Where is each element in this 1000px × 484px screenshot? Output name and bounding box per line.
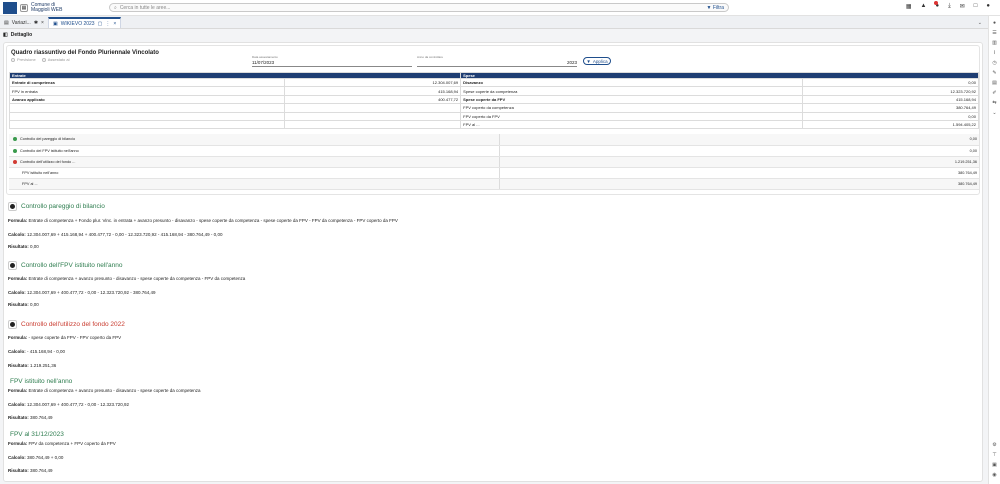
list-icon[interactable]: ☰ [992,30,996,36]
table-row: Avanzo applicato 400.477,72 Spese coperte… [9,94,980,105]
section-result: Risultato: 0,00 [8,302,39,307]
mail-icon[interactable]: ✉ [960,3,965,10]
status-ok-icon [13,148,17,153]
section-formula: Formula: Entrate di competenza + avanzo … [8,388,201,393]
warning-icon[interactable]: ▲ [920,3,926,10]
user-icon[interactable]: ● [986,3,990,10]
document-icon: ▤ [4,19,9,26]
section-formula: Formula: Entrate di competenza + avanzo … [8,276,246,281]
summary-table: Entrate Spese Entrate di competenza 12.30… [8,72,980,130]
page-title: Dettaglio [10,32,33,38]
section-title: FPV al 31/12/2023 [10,431,64,438]
book-icon[interactable]: ▥ [992,40,997,46]
chat-icon[interactable]: ▣ [992,462,997,468]
radio-previsione[interactable]: Previsione [11,57,36,62]
pin-icon[interactable]: ✱ [34,20,38,26]
right-toolbar: ● ☰ ▥ ⌇ ◷ ✎ ▤ ✐ ⇆ ⌄ ⚙ ⊤ ▣ ◉ [988,16,1000,484]
flow-icon[interactable]: ⇆ [992,100,996,106]
search-input[interactable]: Cerca in tutte le aree... [120,5,707,11]
global-search[interactable]: ⌕ Cerca in tutte le aree... ▼ Filtra [109,3,729,12]
edit-icon[interactable]: ✐ [992,90,996,96]
top-bar: ▦ Comune di Maggioli WEB ⌕ Cerca in tutt… [0,0,1000,16]
notifications-icon[interactable]: ● [934,1,939,10]
copy-icon[interactable]: ▢ [98,21,103,27]
close-icon[interactable]: × [113,21,116,27]
filter-icon: ▼ [586,58,591,64]
section-result: Risultato: 380.764,49 [8,415,53,420]
table-row: Entrate di competenza 12.304.007,69 Disav… [9,77,980,88]
settings-icon[interactable]: ⚙ [992,442,996,448]
year-field[interactable]: Anno da controllare 2023 [417,55,577,67]
tabs-bar: ▤ Variazi... ✱ × ▣ WIKIEVO 2023 ▢ ⋮ × ⌄ [0,16,988,29]
section-title: Controllo dell'FPV istituito nell'anno [21,262,123,269]
summary-card: Quadro riassuntivo del Fondo Pluriennale… [6,45,980,195]
apply-button[interactable]: ▼ Applica [583,57,611,65]
main-content: Quadro riassuntivo del Fondo Pluriennale… [3,42,983,482]
check-row: Controllo del FPV istituito nell'anno 0,… [9,145,979,157]
filter-button[interactable]: ▼ Filtra [707,5,724,11]
section-formula: Formula: - spese coperte da FPV - FPV co… [8,335,122,340]
detail-header: ◧ Dettaglio [0,29,988,41]
check-row: FPV istituito nell'anno 380.764,49 [9,167,979,179]
help-icon[interactable]: ◉ [992,472,996,478]
app-logo [3,1,17,14]
table-row: FPV in entrata 415.168,94 Spese coperte d… [9,86,980,96]
check-icon [8,202,17,211]
section-calc: Calcolo: 12.304.007,69 + 415.168,94 + 40… [8,232,223,237]
section-calc: Calcolo: - 415.168,94 - 0,00 [8,349,66,354]
table-row: FPV al ... 1.594.405,22 [9,119,980,130]
check-row: FPV al ... 380.764,49 [9,178,979,190]
status-error-icon [13,159,17,164]
table-row: FPV coperto da FPV 0,00 [9,111,980,121]
section-fpv-istituito: FPV istituito nell'anno [8,378,72,385]
app-name: Comune di Maggioli WEB [31,1,63,13]
more-icon[interactable]: ⋮ [105,21,110,27]
date-field[interactable]: Data assestamento 11/07/2023 [252,55,412,67]
apps-grid-icon[interactable]: ▦ [20,3,28,12]
section-calc: Calcolo: 12.304.007,69 + 400.477,72 - 0,… [8,402,129,407]
table-row: FPV coperto da competenza 380.764,49 [9,103,980,113]
status-ok-icon [13,137,17,142]
document-icon: ▣ [52,20,58,27]
top-icons: ▦ ▲ ● ⤓ ✉ □ ● [906,1,990,10]
chart-icon[interactable]: ⌇ [993,50,995,56]
tab-wikievo[interactable]: ▣ WIKIEVO 2023 ▢ ⋮ × [47,17,122,28]
section-formula: Formula: FPV da competenza + FPV coperto… [8,441,116,446]
section-title: Controllo dell'utilizzo del fondo 2022 [21,321,125,328]
search-icon: ⌕ [114,4,117,11]
history-icon[interactable]: ◷ [992,60,996,66]
radio-assestato[interactable]: Assestato al [41,57,69,62]
section-calc: Calcolo: 380.764,49 + 0,00 [8,455,64,460]
user-circle-icon[interactable]: ● [993,20,996,26]
section-title: FPV istituito nell'anno [10,378,73,385]
section-result: Risultato: 0,00 [8,244,39,249]
tools-icon[interactable]: ✎ [992,70,996,76]
section-calc: Calcolo: 12.304.007,69 + 400.477,72 - 0,… [8,290,156,295]
download-icon[interactable]: ⤓ [948,3,951,10]
section-fpv-istituito-check: Controllo dell'FPV istituito nell'anno [8,261,122,270]
chevron-down-icon[interactable]: ⌄ [992,110,996,116]
section-fpv-31-12: FPV al 31/12/2023 [8,431,64,438]
check-row: Controllo dell'utilizzo del fondo ... 1.… [9,156,979,168]
chevron-down-icon[interactable]: ⌄ [978,20,982,26]
section-utilizzo-fondo: Controllo dell'utilizzo del fondo 2022 [8,320,125,329]
section-title: Controllo pareggio di bilancio [21,203,105,210]
tab-variazioni[interactable]: ▤ Variazi... ✱ × [0,17,48,28]
qr-icon[interactable]: ▦ [906,3,912,10]
doc-icon[interactable]: ▤ [992,80,997,86]
check-icon [8,261,17,270]
window-icon[interactable]: □ [974,3,978,10]
summary-title: Quadro riassuntivo del Fondo Pluriennale… [11,50,159,56]
checks-table: Controllo del pareggio di bilancio 0,00 … [9,134,979,190]
panel-icon[interactable]: ◧ [3,32,8,38]
section-formula: Formula: Entrate di competenza + Fondo p… [8,218,398,223]
error-icon [8,320,17,329]
section-result: Risultato: 380.764,49 [8,468,53,473]
check-row: Controllo del pareggio di bilancio 0,00 [9,134,979,146]
close-icon[interactable]: × [41,20,44,26]
section-result: Risultato: 1.219.251,36 [8,363,57,368]
pin-icon[interactable]: ⊤ [992,452,996,458]
mode-radio-group: Previsione Assestato al [11,57,69,62]
section-pareggio: Controllo pareggio di bilancio [8,202,105,211]
